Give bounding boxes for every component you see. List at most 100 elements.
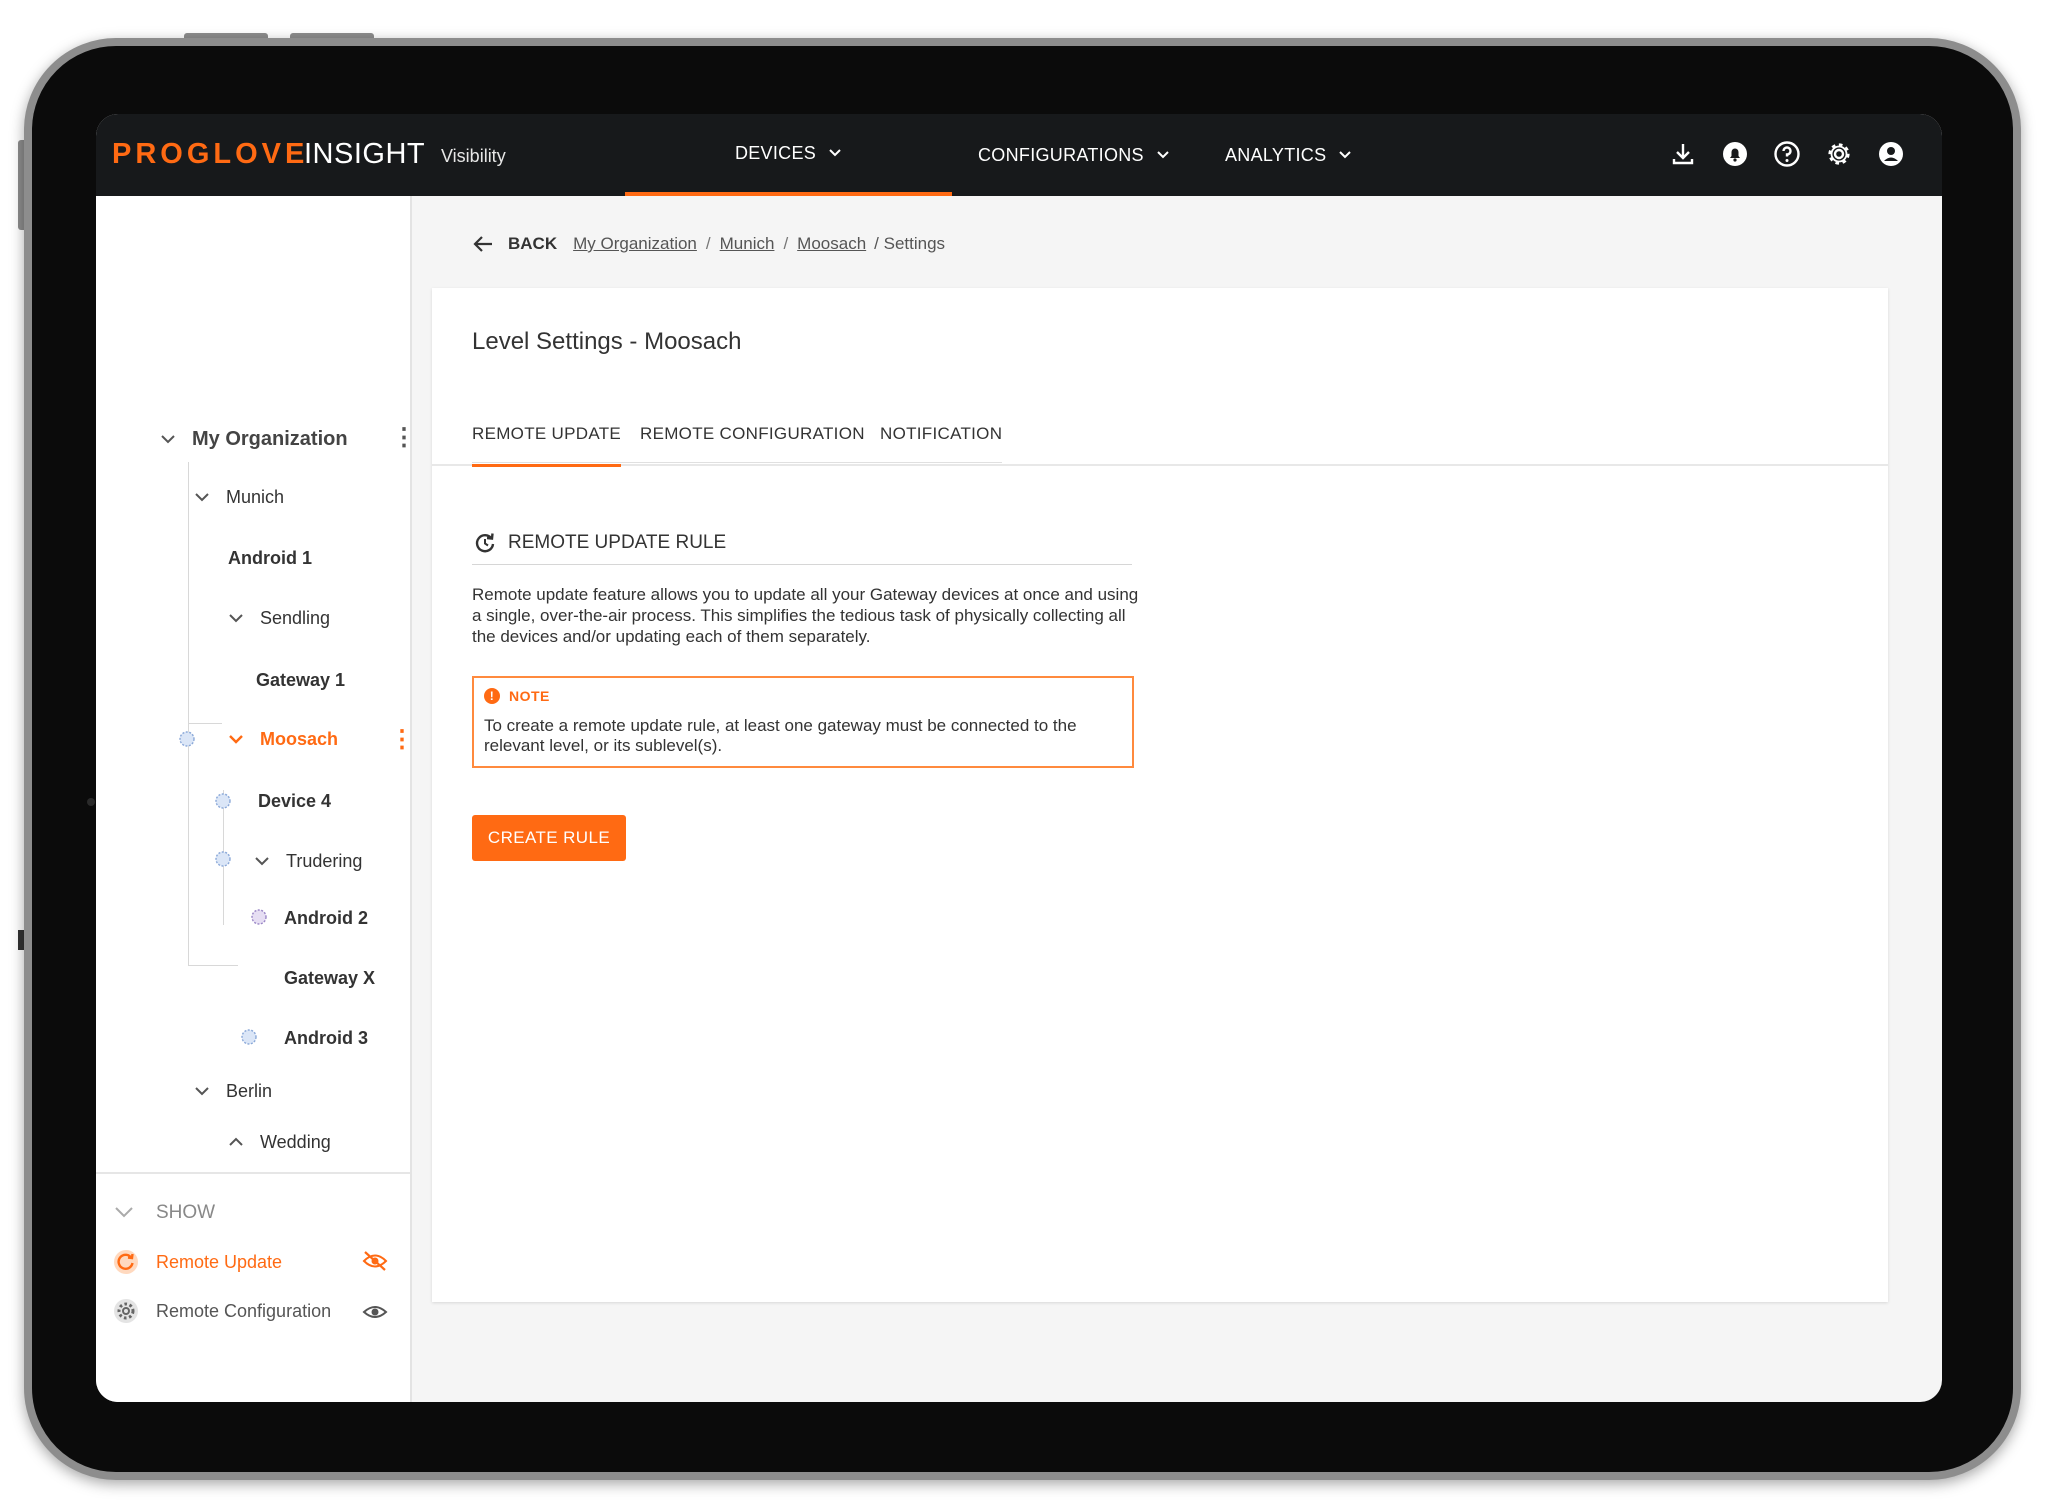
tree-label: Android 1 bbox=[228, 548, 312, 568]
remote-config-node-icon bbox=[250, 908, 267, 925]
tree-item-android-2[interactable]: Android 2 bbox=[284, 908, 368, 929]
camera bbox=[87, 798, 95, 806]
app-screen: PROGLOVE INSIGHT Visibility DEVICES CONF… bbox=[96, 114, 1942, 1402]
brand-logo[interactable]: PROGLOVE bbox=[112, 138, 308, 171]
remote-update-node-icon bbox=[178, 730, 195, 747]
chevron-down-icon[interactable] bbox=[228, 610, 246, 628]
nav-configurations-label: CONFIGURATIONS bbox=[978, 144, 1144, 165]
show-label: SHOW bbox=[156, 1202, 216, 1223]
top-bar: PROGLOVE INSIGHT Visibility DEVICES CONF… bbox=[96, 114, 1942, 196]
chevron-down-icon bbox=[828, 145, 842, 161]
settings-tabs: REMOTE UPDATE REMOTE CONFIGURATION NOTIF… bbox=[432, 396, 1888, 467]
chevron-down-icon[interactable] bbox=[194, 1083, 212, 1101]
tree-label: Trudering bbox=[286, 851, 363, 871]
settings-icon[interactable] bbox=[1824, 139, 1854, 169]
remote-update-icon bbox=[112, 1248, 140, 1276]
note-label: NOTE bbox=[509, 688, 550, 704]
refresh-icon bbox=[472, 530, 498, 556]
tree-item-my-organization[interactable]: My Organization bbox=[160, 428, 348, 451]
chevron-down-icon[interactable] bbox=[194, 489, 212, 507]
tab-remote-configuration[interactable]: REMOTE CONFIGURATION bbox=[640, 424, 865, 464]
nav-devices[interactable]: DEVICES bbox=[625, 114, 952, 196]
show-panel: SHOW Remote Update Remote Configuration bbox=[96, 1172, 410, 1402]
chevron-down-icon bbox=[1338, 147, 1352, 163]
tree-item-gateway-x[interactable]: Gateway X bbox=[284, 968, 375, 989]
tree-item-android-3[interactable]: Android 3 bbox=[284, 1028, 368, 1049]
section-name: Visibility bbox=[441, 146, 506, 166]
brand-product[interactable]: INSIGHT bbox=[304, 138, 425, 171]
eye-icon[interactable] bbox=[362, 1302, 388, 1327]
nav-configurations[interactable]: CONFIGURATIONS bbox=[978, 114, 1170, 196]
tree-label: Sendling bbox=[260, 608, 331, 628]
arrow-left-icon[interactable] bbox=[472, 235, 494, 253]
tree-item-moosach[interactable]: Moosach bbox=[228, 729, 338, 750]
more-options-icon[interactable]: ⋮ bbox=[390, 728, 414, 752]
chevron-down-icon[interactable] bbox=[160, 431, 178, 449]
tree-label: Wedding bbox=[260, 1132, 331, 1152]
tab-remote-update[interactable]: REMOTE UPDATE bbox=[472, 424, 622, 467]
rule-title: REMOTE UPDATE RULE bbox=[508, 532, 727, 553]
tree-item-gateway-1[interactable]: Gateway 1 bbox=[256, 670, 345, 691]
account-icon[interactable] bbox=[1876, 139, 1906, 169]
tree-item-munich[interactable]: Munich bbox=[194, 487, 284, 508]
note-box: ! NOTE To create a remote update rule, a… bbox=[472, 676, 1134, 768]
chevron-down-icon bbox=[1156, 147, 1170, 163]
download-icon[interactable] bbox=[1668, 139, 1698, 169]
rule-header: REMOTE UPDATE RULE bbox=[472, 522, 1132, 565]
breadcrumb-link-moosach[interactable]: Moosach bbox=[797, 234, 866, 254]
tree-label: Device 4 bbox=[258, 791, 332, 811]
show-remote-update[interactable]: Remote Update bbox=[112, 1248, 282, 1276]
page-title: Level Settings - Moosach bbox=[472, 328, 742, 355]
tree-label: Munich bbox=[226, 487, 285, 507]
tree-connector bbox=[188, 462, 189, 966]
remote-config-icon bbox=[112, 1297, 140, 1325]
tree-connector bbox=[188, 723, 222, 724]
eye-off-icon[interactable] bbox=[362, 1250, 388, 1277]
create-rule-button[interactable]: CREATE RULE bbox=[472, 815, 626, 861]
help-icon[interactable] bbox=[1772, 139, 1802, 169]
back-link[interactable]: BACK bbox=[508, 234, 557, 254]
bell-icon[interactable] bbox=[1720, 139, 1750, 169]
tree-item-sendling[interactable]: Sendling bbox=[228, 608, 330, 629]
tree-label: Android 2 bbox=[284, 908, 368, 928]
tree-item-android-1[interactable]: Android 1 bbox=[228, 548, 312, 569]
sidebar: My Organization ⋮ Munich Android 1 Sendl… bbox=[96, 196, 416, 1402]
note-header: ! NOTE bbox=[484, 688, 550, 704]
breadcrumb-link-munich[interactable]: Munich bbox=[720, 234, 775, 254]
show-toggle[interactable]: SHOW bbox=[114, 1202, 215, 1224]
breadcrumb-separator: / bbox=[783, 234, 789, 253]
tree-label: Android 3 bbox=[284, 1028, 368, 1048]
show-remote-configuration[interactable]: Remote Configuration bbox=[112, 1297, 331, 1325]
nav-analytics[interactable]: ANALYTICS bbox=[1225, 114, 1352, 196]
chevron-down-icon[interactable] bbox=[228, 731, 246, 749]
rule-description: Remote update feature allows you to upda… bbox=[472, 585, 1139, 646]
nav-devices-label: DEVICES bbox=[734, 142, 817, 163]
remote-update-node-icon bbox=[214, 792, 231, 809]
note-text: To create a remote update rule, at least… bbox=[484, 716, 1077, 755]
breadcrumb-current: / Settings bbox=[874, 234, 946, 253]
tree-item-berlin[interactable]: Berlin bbox=[194, 1081, 272, 1102]
top-icons bbox=[1668, 139, 1906, 169]
tree-label: Gateway 1 bbox=[256, 670, 346, 690]
breadcrumb-link-organization[interactable]: My Organization bbox=[573, 234, 697, 254]
show-remote-configuration-label: Remote Configuration bbox=[156, 1300, 332, 1321]
more-options-icon[interactable]: ⋮ bbox=[392, 426, 416, 450]
remote-update-node-icon bbox=[214, 850, 231, 867]
settings-card: Level Settings - Moosach REMOTE UPDATE R… bbox=[432, 288, 1888, 1302]
remote-update-node-icon bbox=[240, 1028, 257, 1045]
show-remote-update-label: Remote Update bbox=[156, 1251, 283, 1272]
breadcrumb: BACK My Organization / Munich / Moosach … bbox=[472, 234, 945, 254]
chevron-down-icon[interactable] bbox=[254, 853, 272, 871]
tree-item-trudering[interactable]: Trudering bbox=[254, 851, 362, 872]
tree-label: My Organization bbox=[192, 428, 348, 450]
tree-item-device-4[interactable]: Device 4 bbox=[258, 791, 331, 812]
nav-analytics-label: ANALYTICS bbox=[1225, 144, 1327, 165]
tree-connector bbox=[188, 965, 238, 966]
chevron-down-icon[interactable] bbox=[114, 1202, 136, 1224]
tab-notification[interactable]: NOTIFICATION bbox=[880, 424, 1002, 464]
tree-item-wedding[interactable]: Wedding bbox=[228, 1132, 331, 1153]
breadcrumb-separator: / bbox=[705, 234, 711, 253]
tree-label: Berlin bbox=[226, 1081, 273, 1101]
chevron-up-icon[interactable] bbox=[228, 1134, 246, 1152]
tree-label: Moosach bbox=[260, 729, 339, 749]
